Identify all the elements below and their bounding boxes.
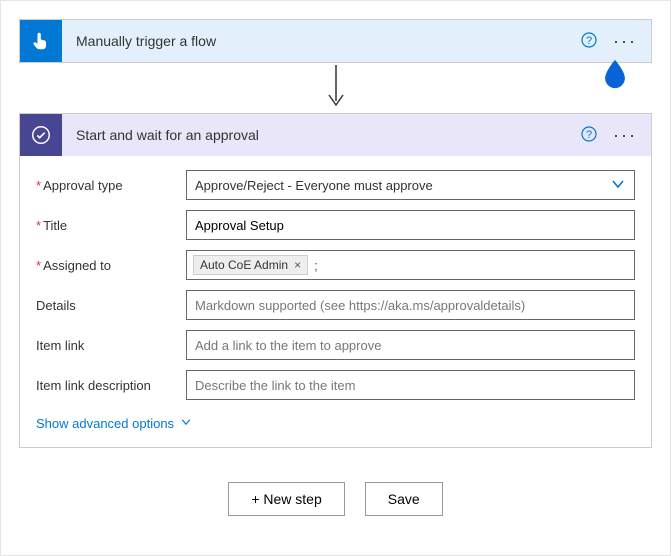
- manual-trigger-icon: [20, 20, 62, 62]
- person-chip[interactable]: Auto CoE Admin ×: [193, 255, 308, 275]
- show-advanced-options-link[interactable]: Show advanced options: [36, 416, 192, 431]
- label-title: *Title: [36, 218, 186, 233]
- row-item-link-desc: Item link description: [36, 370, 635, 400]
- item-link-desc-input[interactable]: [186, 370, 635, 400]
- trigger-header-actions: ? ···: [581, 32, 651, 51]
- chip-label: Auto CoE Admin: [200, 258, 288, 272]
- approvals-icon: [20, 114, 62, 156]
- row-item-link: Item link: [36, 330, 635, 360]
- remove-chip-icon[interactable]: ×: [294, 258, 301, 272]
- label-approval-type: *Approval type: [36, 178, 186, 193]
- approval-action-card[interactable]: Start and wait for an approval ? ··· *Ap…: [19, 113, 652, 448]
- callout-water-drop-icon: [598, 57, 632, 94]
- chip-separator: ;: [314, 258, 318, 273]
- chevron-down-icon: [180, 416, 192, 431]
- flow-designer-canvas: Manually trigger a flow ? ··· Start and …: [0, 0, 671, 556]
- trigger-title: Manually trigger a flow: [76, 33, 581, 49]
- approval-type-value: Approve/Reject - Everyone must approve: [195, 178, 433, 193]
- help-icon[interactable]: ?: [581, 32, 597, 51]
- label-details: Details: [36, 298, 186, 313]
- new-step-button[interactable]: + New step: [228, 482, 344, 516]
- footer-actions: + New step Save: [19, 482, 652, 516]
- row-details: Details: [36, 290, 635, 320]
- details-input[interactable]: [186, 290, 635, 320]
- item-link-input[interactable]: [186, 330, 635, 360]
- action-header-actions: ? ···: [581, 126, 651, 145]
- row-approval-type: *Approval type Approve/Reject - Everyone…: [36, 170, 635, 200]
- action-header[interactable]: Start and wait for an approval ? ···: [20, 114, 651, 156]
- svg-text:?: ?: [586, 35, 592, 47]
- label-item-link: Item link: [36, 338, 186, 353]
- more-menu-icon[interactable]: ···: [613, 32, 637, 50]
- assigned-to-input[interactable]: Auto CoE Admin × ;: [186, 250, 635, 280]
- help-icon[interactable]: ?: [581, 126, 597, 145]
- more-menu-icon[interactable]: ···: [613, 126, 637, 144]
- save-button[interactable]: Save: [365, 482, 443, 516]
- trigger-card[interactable]: Manually trigger a flow ? ···: [19, 19, 652, 63]
- action-body: *Approval type Approve/Reject - Everyone…: [20, 156, 651, 447]
- chevron-down-icon: [610, 176, 626, 195]
- trigger-header[interactable]: Manually trigger a flow ? ···: [20, 20, 651, 62]
- svg-text:?: ?: [586, 129, 592, 141]
- action-title: Start and wait for an approval: [76, 127, 581, 143]
- advanced-link-label: Show advanced options: [36, 416, 174, 431]
- connector-arrow: [19, 63, 652, 113]
- row-assigned-to: *Assigned to Auto CoE Admin × ;: [36, 250, 635, 280]
- row-title: *Title: [36, 210, 635, 240]
- title-input[interactable]: [186, 210, 635, 240]
- approval-type-select[interactable]: Approve/Reject - Everyone must approve: [186, 170, 635, 200]
- label-item-link-desc: Item link description: [36, 378, 186, 393]
- label-assigned-to: *Assigned to: [36, 258, 186, 273]
